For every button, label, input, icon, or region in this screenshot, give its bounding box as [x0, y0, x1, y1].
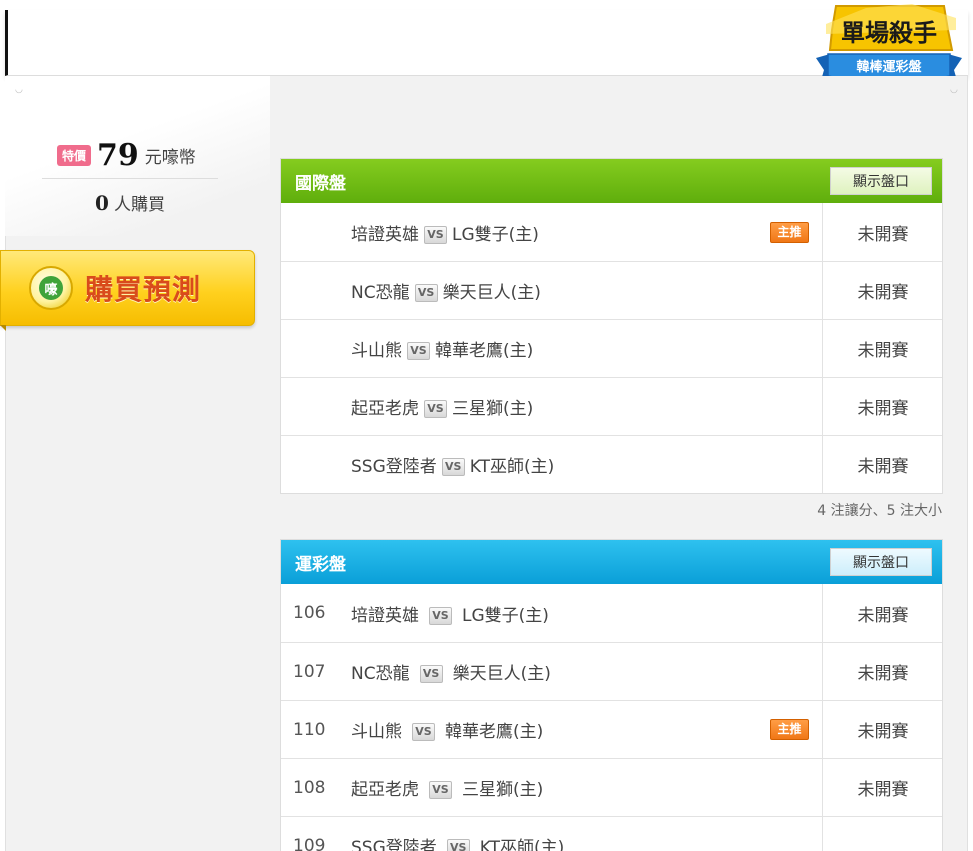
home-team: 斗山熊 — [351, 722, 402, 742]
home-team: 起亞老虎 — [351, 780, 419, 800]
coin-icon-text: 嚎 — [39, 276, 63, 300]
vs-icon: VS — [424, 225, 447, 244]
sports-odds-panel: 運彩盤 顯示盤口 106 培證英雄 VS LG雙子(主) 未開賽 107 NC恐龍 V… — [280, 539, 943, 851]
match-status: 未開賽 — [822, 203, 943, 261]
vs-icon: VS — [412, 723, 435, 741]
sports-panel-header: 運彩盤 顯示盤口 — [281, 540, 942, 584]
home-team: NC恐龍 — [351, 283, 410, 303]
intl-panel-header: 國際盤 顯示盤口 — [281, 159, 942, 203]
home-team: 斗山熊 — [351, 341, 402, 361]
table-row: 培證英雄 VS LG雙子(主) 主推 未開賽 — [281, 203, 942, 261]
price-value: 79 — [97, 138, 139, 173]
bet-count-note: 4 注讓分、5 注大小 — [817, 503, 942, 519]
price-unit: 元嚎幣 — [144, 148, 196, 168]
game-number: 109 — [293, 835, 326, 851]
pin-icon: ◡ — [950, 85, 958, 95]
match-teams: 起亞老虎 VS 三星獅(主) — [351, 775, 543, 800]
match-teams: 斗山熊 VS 韓華老鷹(主) — [351, 336, 533, 361]
vs-icon: VS — [424, 400, 447, 418]
intl-show-odds-button[interactable]: 顯示盤口 — [830, 167, 932, 195]
match-status: 未開賽 — [822, 701, 943, 758]
away-team: 樂天巨人(主) — [442, 283, 541, 303]
away-team: KT巫師(主) — [479, 838, 565, 851]
buyers-count: 0 人購買 — [0, 190, 260, 215]
match-status — [822, 817, 943, 851]
table-row: 106 培證英雄 VS LG雙子(主) 未開賽 — [281, 584, 942, 642]
table-row: NC恐龍 VS 樂天巨人(主) 未開賽 — [281, 261, 942, 319]
intl-odds-panel: 國際盤 顯示盤口 培證英雄 VS LG雙子(主) 主推 未開賽 NC恐龍 VS 樂天巨人… — [280, 158, 943, 494]
game-number: 110 — [293, 719, 326, 740]
home-team: SSG登陸者 — [351, 457, 437, 477]
match-teams: 斗山熊 VS 韓華老鷹(主) — [351, 717, 543, 742]
sports-panel-title: 運彩盤 — [295, 554, 346, 575]
away-team: 樂天巨人(主) — [452, 664, 551, 684]
match-teams: SSG登陸者 VS KT巫師(主) — [351, 452, 554, 477]
home-team: 起亞老虎 — [351, 399, 419, 419]
buyers-number: 0 — [94, 191, 109, 215]
match-teams: 起亞老虎 VS 三星獅(主) — [351, 394, 533, 419]
vs-icon: VS — [429, 781, 452, 799]
away-team: KT巫師(主) — [469, 457, 555, 477]
away-team: 三星獅(主) — [452, 399, 534, 419]
ribbon-fold — [0, 325, 6, 331]
game-number: 108 — [293, 777, 326, 798]
buy-prediction-button[interactable]: 嚎 購買預測 — [0, 250, 255, 326]
vs-icon: VS — [441, 458, 465, 476]
special-price-tag: 特價 — [57, 145, 92, 166]
away-team: 韓華老鷹(主) — [445, 722, 544, 742]
table-row: 108 起亞老虎 VS 三星獅(主) 未開賽 — [281, 758, 942, 816]
home-team: SSG登陸者 — [351, 838, 437, 851]
match-status: 未開賽 — [822, 759, 943, 816]
divider — [42, 178, 218, 179]
intl-match-list: 培證英雄 VS LG雙子(主) 主推 未開賽 NC恐龍 VS 樂天巨人(主) 未開賽 斗… — [281, 203, 942, 493]
vs-icon: VS — [414, 284, 438, 302]
match-status: 未開賽 — [822, 436, 943, 493]
recommended-badge: 主推 — [770, 221, 809, 243]
away-team: LG雙子(主) — [452, 224, 539, 245]
match-teams: NC恐龍 VS 樂天巨人(主) — [351, 659, 551, 684]
coin-icon: 嚎 — [29, 266, 73, 310]
vs-icon: VS — [429, 606, 452, 625]
game-number: 107 — [293, 661, 326, 682]
match-status: 未開賽 — [822, 262, 943, 319]
match-status: 未開賽 — [822, 320, 943, 377]
away-team: LG雙子(主) — [462, 605, 549, 626]
match-teams: 培證英雄 VS LG雙子(主) — [351, 220, 539, 245]
home-team: NC恐龍 — [351, 664, 410, 684]
match-status: 未開賽 — [822, 378, 943, 435]
sports-show-odds-button[interactable]: 顯示盤口 — [830, 548, 932, 576]
home-team: 培證英雄 — [351, 605, 419, 626]
badge-subtitle: 韓棒運彩盤 — [856, 59, 922, 75]
table-row: 107 NC恐龍 VS 樂天巨人(主) 未開賽 — [281, 642, 942, 700]
table-row: 斗山熊 VS 韓華老鷹(主) 未開賽 — [281, 319, 942, 377]
table-row: 起亞老虎 VS 三星獅(主) 未開賽 — [281, 377, 942, 435]
game-number: 106 — [293, 603, 326, 623]
away-team: 三星獅(主) — [462, 780, 544, 800]
vs-icon: VS — [407, 342, 430, 360]
match-status: 未開賽 — [822, 643, 943, 700]
home-team: 培證英雄 — [351, 224, 419, 245]
recommended-badge: 主推 — [770, 719, 809, 740]
buyers-label: 人購買 — [114, 195, 165, 215]
sports-match-list: 106 培證英雄 VS LG雙子(主) 未開賽 107 NC恐龍 VS 樂天巨人(主) … — [281, 584, 942, 851]
match-teams: 培證英雄 VS LG雙子(主) — [351, 601, 549, 626]
price-row: 特價 79 元嚎幣 — [57, 138, 196, 173]
vs-icon: VS — [446, 839, 470, 851]
table-row: SSG登陸者 VS KT巫師(主) 未開賽 — [281, 435, 942, 493]
table-row: 110 斗山熊 VS 韓華老鷹(主) 主推 未開賽 — [281, 700, 942, 758]
badge-title: 單場殺手 — [841, 19, 937, 47]
away-team: 韓華老鷹(主) — [435, 341, 534, 361]
pin-icon: ◡ — [15, 85, 23, 95]
match-status: 未開賽 — [822, 584, 943, 642]
intl-panel-title: 國際盤 — [295, 173, 346, 194]
vs-icon: VS — [419, 665, 443, 683]
buy-prediction-label: 購買預測 — [85, 273, 202, 306]
table-row: 109 SSG登陸者 VS KT巫師(主) — [281, 816, 942, 851]
match-teams: NC恐龍 VS 樂天巨人(主) — [351, 278, 541, 303]
match-teams: SSG登陸者 VS KT巫師(主) — [351, 833, 564, 851]
